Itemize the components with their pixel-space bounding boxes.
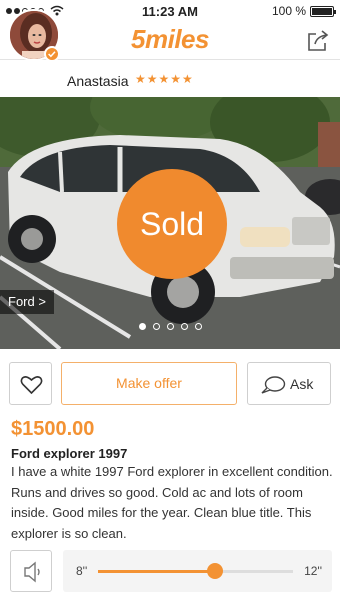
check-icon [44, 46, 60, 62]
seller-info[interactable]: Anastasia ★★★★★ [0, 61, 340, 97]
pager-dot[interactable] [152, 323, 160, 330]
heart-icon [20, 376, 43, 395]
total-time: 12'' [304, 564, 322, 578]
price: $1500.00 [11, 418, 95, 440]
progress-fill [98, 570, 215, 573]
listing-title: Ford explorer 1997 [11, 446, 128, 461]
sold-badge: Sold [117, 169, 227, 279]
listing-photo[interactable]: Sold Ford > [0, 97, 340, 349]
battery-icon [310, 5, 336, 17]
speaker-icon [24, 561, 40, 583]
pager-dot[interactable] [138, 323, 146, 330]
progress-track[interactable] [98, 563, 293, 579]
pager-dot[interactable] [180, 323, 188, 330]
elapsed-time: 8'' [76, 564, 88, 578]
brand-tag[interactable]: Ford > [0, 290, 54, 314]
ask-button[interactable]: Ask [247, 362, 331, 405]
action-bar: Make offer Ask [0, 362, 340, 406]
listing-description: I have a white 1997 Ford explorer in exc… [11, 464, 333, 541]
battery-indicator: 100 % [271, 4, 336, 18]
ask-label: Ask [290, 376, 314, 392]
progress-thumb[interactable] [207, 563, 223, 579]
seller-name[interactable]: Anastasia [67, 73, 128, 89]
share-icon[interactable] [306, 29, 330, 53]
pager-dot[interactable] [166, 323, 174, 330]
battery-percent: 100 % [271, 4, 306, 18]
photo-pager[interactable] [0, 323, 340, 330]
audio-player: 8'' 12'' [0, 549, 340, 599]
like-button[interactable] [9, 362, 52, 405]
play-audio-button[interactable] [10, 550, 52, 592]
make-offer-button[interactable]: Make offer [61, 362, 237, 405]
audio-progress: 8'' 12'' [63, 550, 332, 592]
chat-bubble-icon [261, 376, 286, 394]
seller-rating-stars: ★★★★★ [135, 72, 194, 86]
pager-dot[interactable] [194, 323, 202, 330]
